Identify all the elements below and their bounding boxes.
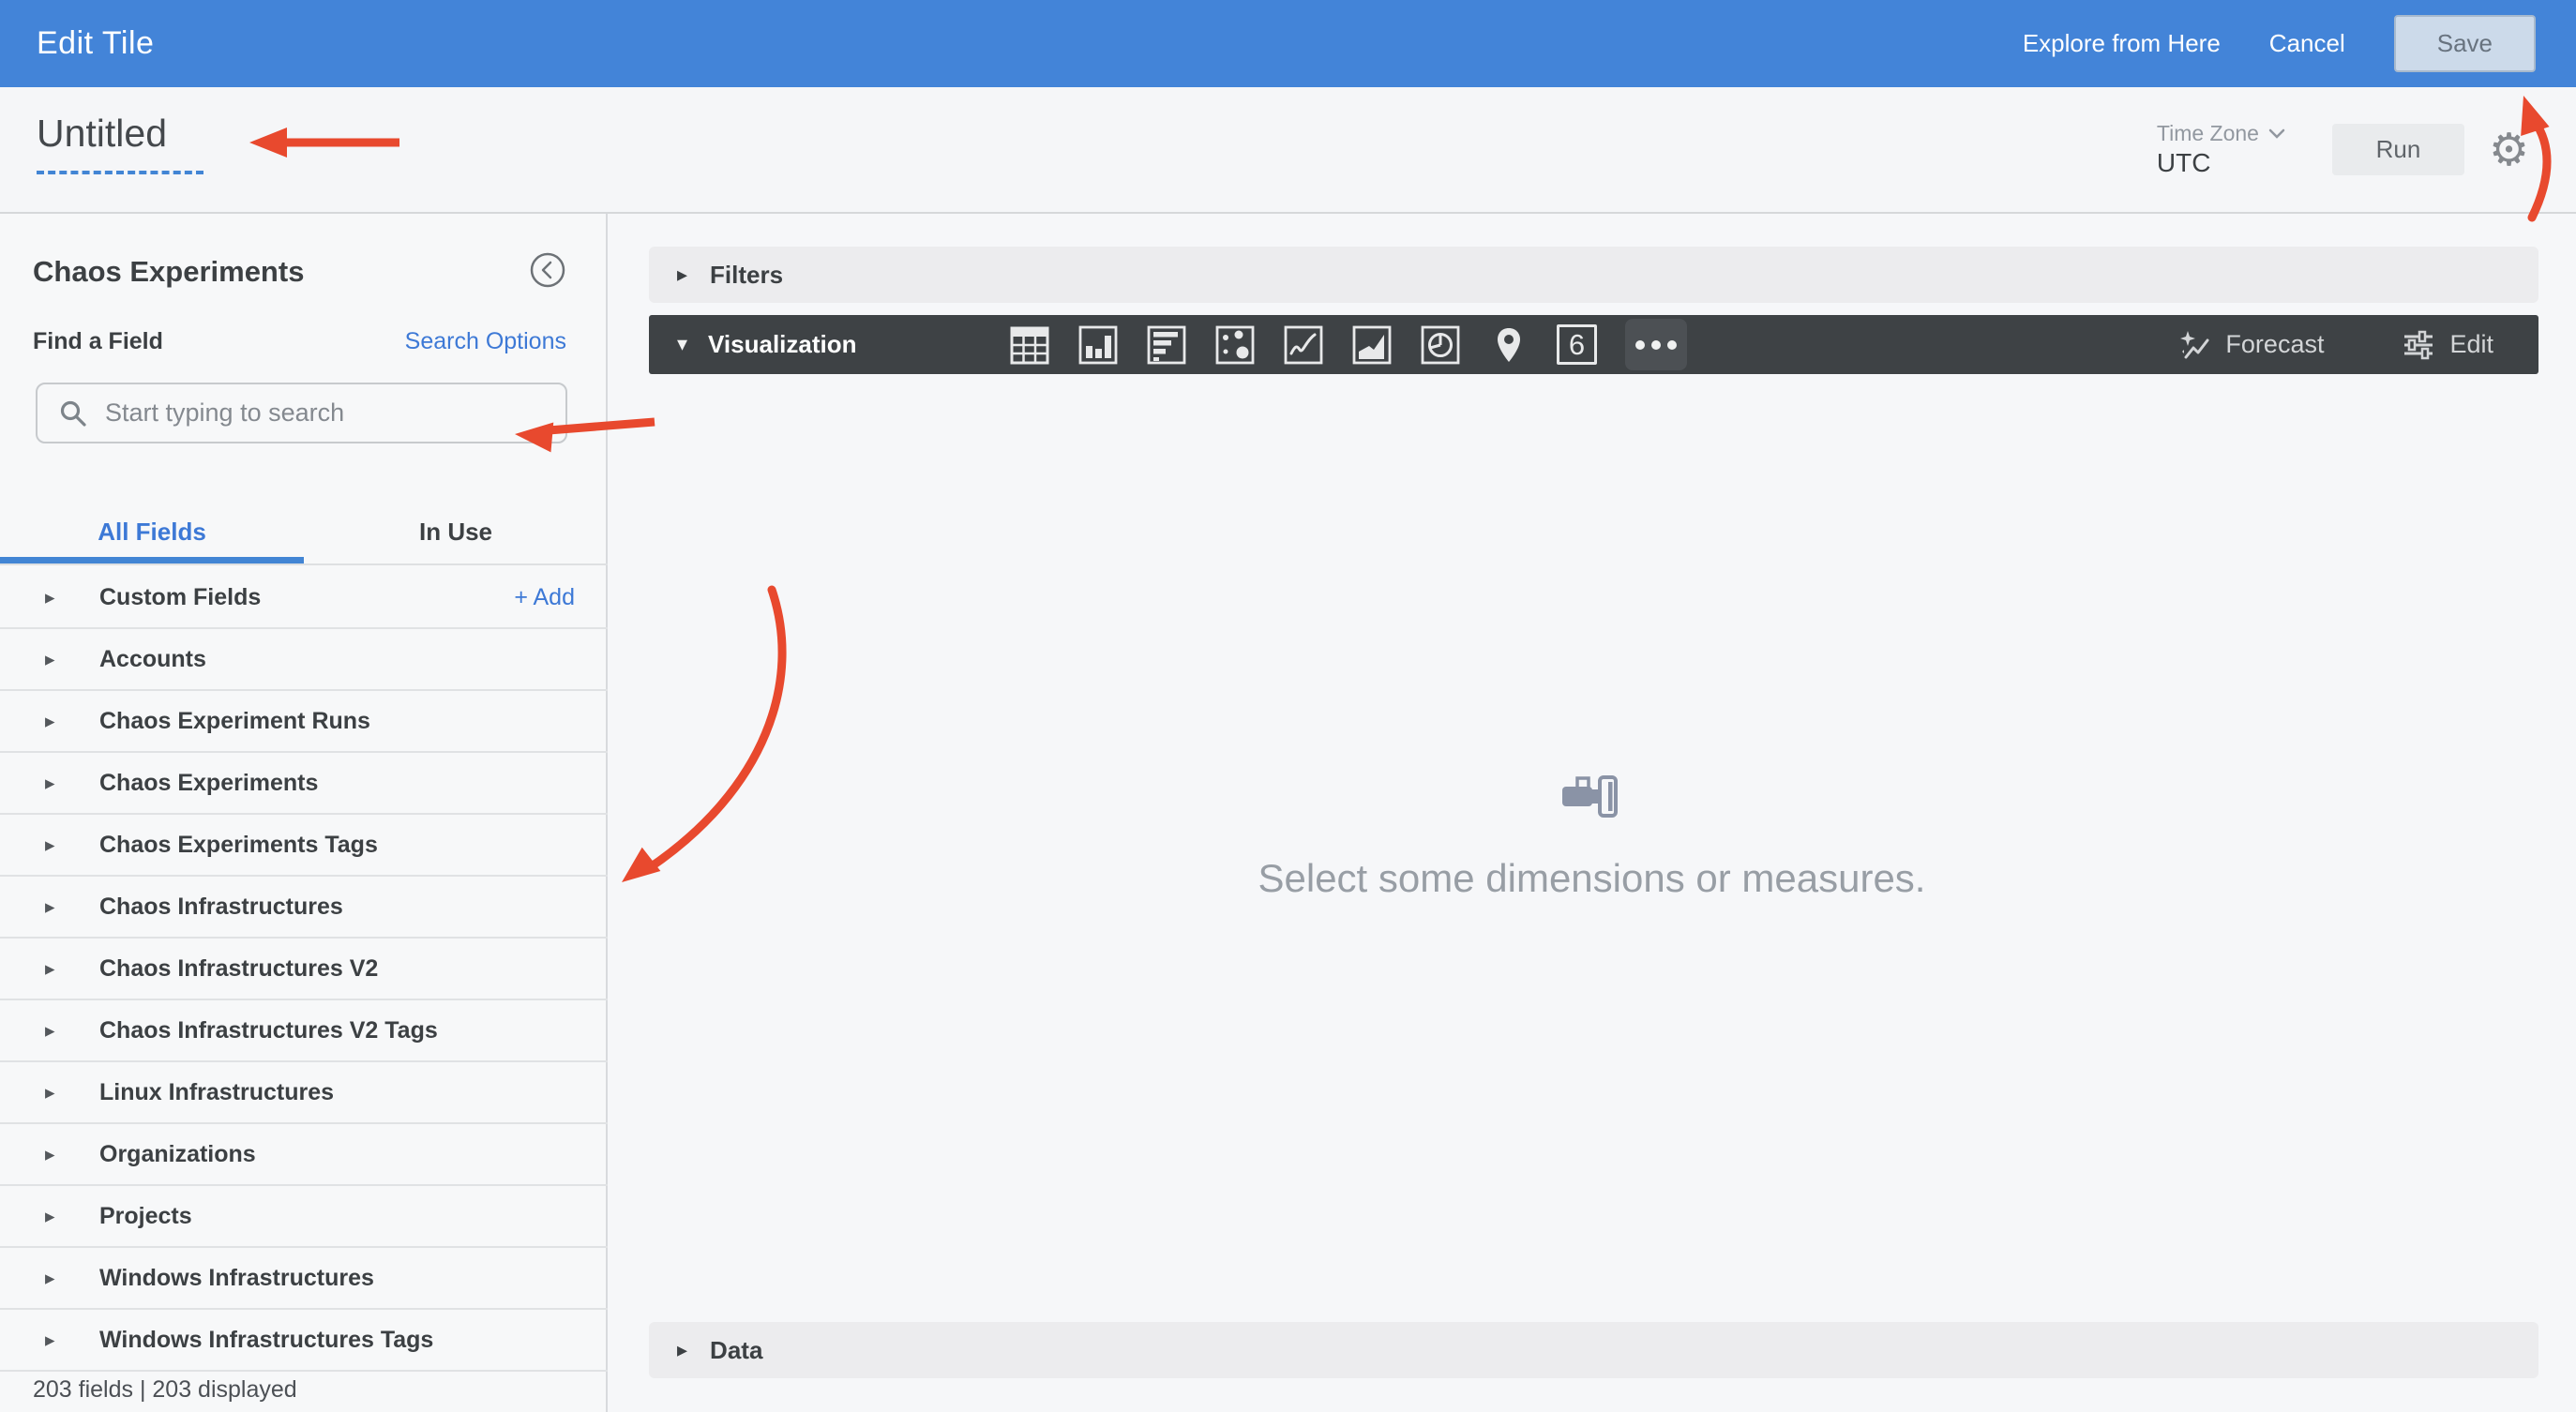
field-group-chaos-infrastructures-v2-tags[interactable]: Chaos Infrastructures V2 Tags xyxy=(0,1000,608,1062)
caret-right-icon xyxy=(45,710,66,732)
sliders-icon xyxy=(2404,330,2433,359)
edit-tile-window: Edit Tile Explore from Here Cancel Save … xyxy=(0,0,2576,1412)
page-title: Edit Tile xyxy=(37,25,155,61)
header-actions: Explore from Here Cancel Save xyxy=(2023,15,2576,72)
filters-section-header[interactable]: Filters xyxy=(649,247,2538,303)
field-group-windows-infrastructures-tags[interactable]: Windows Infrastructures Tags xyxy=(0,1310,608,1372)
table-icon[interactable] xyxy=(1009,323,1050,368)
forecast-button[interactable]: Forecast xyxy=(2178,329,2324,361)
field-group-chaos-experiment-runs[interactable]: Chaos Experiment Runs xyxy=(0,691,608,753)
field-group-chaos-experiments-tags[interactable]: Chaos Experiments Tags xyxy=(0,815,608,877)
field-group-accounts[interactable]: Accounts xyxy=(0,629,608,691)
tile-title-underline xyxy=(37,171,203,174)
pie-chart-icon[interactable] xyxy=(1420,323,1461,368)
gear-icon[interactable] xyxy=(2489,128,2529,173)
caret-right-icon xyxy=(45,1081,66,1104)
edit-viz-button[interactable]: Edit xyxy=(2403,329,2493,361)
caret-right-icon xyxy=(677,1339,687,1362)
field-group-organizations[interactable]: Organizations xyxy=(0,1124,608,1186)
timezone-value: UTC xyxy=(2156,148,2211,177)
search-input[interactable] xyxy=(105,398,518,428)
caret-right-icon xyxy=(45,957,66,980)
bar-chart-icon[interactable] xyxy=(1146,323,1187,368)
field-group-chaos-infrastructures-v2[interactable]: Chaos Infrastructures V2 xyxy=(0,939,608,1000)
caret-right-icon xyxy=(45,1143,66,1165)
line-chart-icon[interactable] xyxy=(1283,323,1324,368)
single-value-icon[interactable]: 6 xyxy=(1557,323,1598,368)
more-viz-types-icon[interactable] xyxy=(1624,319,1687,370)
timezone-label: Time Zone xyxy=(2156,121,2259,145)
caret-down-icon[interactable] xyxy=(677,333,687,356)
caret-right-icon xyxy=(45,834,66,856)
visualization-section-header: Visualization xyxy=(649,315,2538,374)
field-count-status: 203 fields | 203 displayed xyxy=(33,1376,297,1403)
find-a-field-row: Find a Field Search Options xyxy=(33,328,566,355)
search-icon xyxy=(60,400,86,427)
caret-right-icon xyxy=(45,1205,66,1227)
caret-right-icon xyxy=(45,1267,66,1289)
field-tabs: All Fields In Use xyxy=(0,495,608,563)
field-group-list: Custom Fields + Add Accounts Chaos Exper… xyxy=(0,567,608,1372)
field-group-linux-infrastructures[interactable]: Linux Infrastructures xyxy=(0,1062,608,1124)
active-tab-underline xyxy=(0,557,304,563)
save-button[interactable]: Save xyxy=(2393,15,2536,72)
cancel-button[interactable]: Cancel xyxy=(2269,29,2345,58)
column-chart-icon[interactable] xyxy=(1077,323,1119,368)
find-a-field-label: Find a Field xyxy=(33,328,163,354)
field-group-chaos-experiments[interactable]: Chaos Experiments xyxy=(0,753,608,815)
run-button[interactable]: Run xyxy=(2331,124,2464,175)
field-group-chaos-infrastructures[interactable]: Chaos Infrastructures xyxy=(0,877,608,939)
caret-right-icon xyxy=(677,263,687,287)
explore-name-title: Chaos Experiments xyxy=(33,255,305,288)
chevron-down-icon xyxy=(2268,128,2285,139)
scatter-icon[interactable] xyxy=(1214,323,1256,368)
toolbar: Untitled Time Zone UTC Run xyxy=(0,87,2576,214)
empty-state-message: Select some dimensions or measures. xyxy=(1258,856,1926,900)
flashlight-icon xyxy=(1561,775,1618,818)
divider xyxy=(0,563,608,565)
forecast-sparkle-icon xyxy=(2180,330,2209,358)
timezone-selector[interactable]: Time Zone UTC xyxy=(2157,121,2285,178)
field-group-windows-infrastructures[interactable]: Windows Infrastructures xyxy=(0,1248,608,1310)
viz-empty-state: Select some dimensions or measures. xyxy=(608,773,2576,901)
search-options-link[interactable]: Search Options xyxy=(405,328,566,355)
tab-in-use[interactable]: In Use xyxy=(304,495,608,563)
app-header: Edit Tile Explore from Here Cancel Save xyxy=(0,0,2576,87)
add-custom-field-button[interactable]: + Add xyxy=(514,584,575,611)
viz-type-picker: 6 xyxy=(1009,319,1687,370)
tab-all-fields[interactable]: All Fields xyxy=(0,495,304,563)
caret-right-icon xyxy=(45,1329,66,1351)
caret-right-icon xyxy=(45,648,66,670)
data-section-header[interactable]: Data xyxy=(649,1322,2538,1378)
explore-main-area: Filters Visualization xyxy=(608,214,2576,1412)
caret-right-icon xyxy=(45,895,66,918)
area-chart-icon[interactable] xyxy=(1351,323,1393,368)
toolbar-right: Time Zone UTC Run xyxy=(2157,87,2529,212)
tile-title-input[interactable]: Untitled xyxy=(37,112,167,156)
viz-toolbar-right: Forecast Edit xyxy=(2178,329,2538,361)
field-group-custom-fields[interactable]: Custom Fields + Add xyxy=(0,567,608,629)
field-picker-sidebar: Chaos Experiments Find a Field Search Op… xyxy=(0,214,608,1412)
caret-right-icon xyxy=(45,586,66,608)
field-search-box[interactable] xyxy=(36,383,567,443)
map-pin-icon[interactable] xyxy=(1488,323,1529,368)
collapse-sidebar-icon[interactable] xyxy=(529,251,566,289)
caret-right-icon xyxy=(45,772,66,794)
explore-from-here-button[interactable]: Explore from Here xyxy=(2023,29,2221,58)
caret-right-icon xyxy=(45,1019,66,1042)
field-group-projects[interactable]: Projects xyxy=(0,1186,608,1248)
